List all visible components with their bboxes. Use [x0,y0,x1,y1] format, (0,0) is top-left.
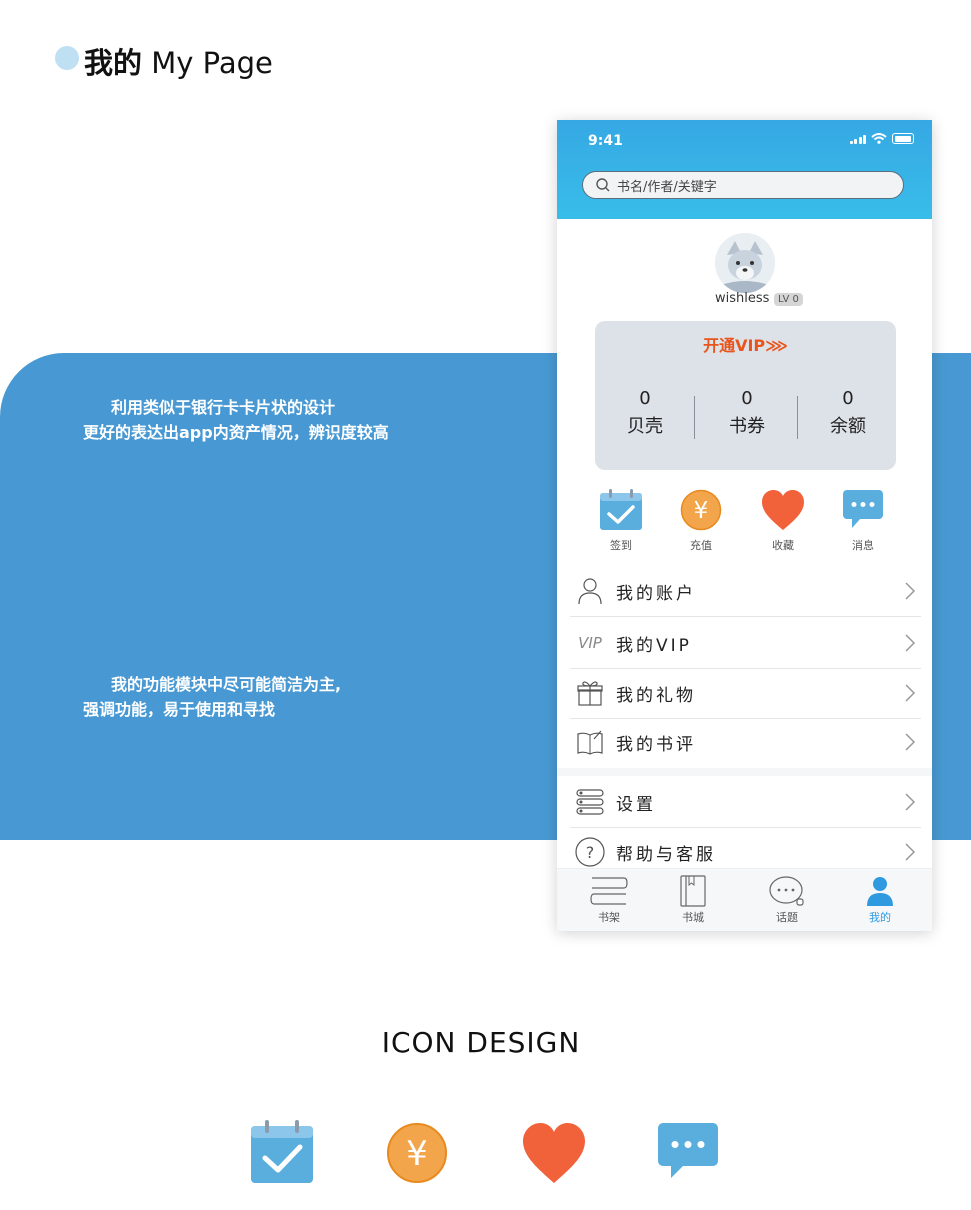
status-time: 9:41 [588,133,623,149]
asset-value: 0 [741,388,753,409]
battery-icon [892,133,914,144]
chevron-right-icon [905,582,916,600]
open-vip-link[interactable]: 开通VIP⋙ [595,332,896,356]
avatar[interactable] [715,233,775,293]
tab-label: 书架 [598,911,620,924]
svg-text:¥: ¥ [406,1134,428,1174]
tab-label: 我的 [869,911,891,924]
chevron-right-icon [905,684,916,702]
asset-balance[interactable]: 0 余额 [798,387,898,443]
quick-action-label: 充值 [690,539,712,552]
tab-bookshelf[interactable]: 书架 [574,875,644,925]
menu-item-label: 设置 [616,794,656,815]
asset-label: 余额 [830,416,866,437]
divider [694,396,695,439]
asset-vouchers[interactable]: 0 书券 [697,387,797,443]
menu-item-reviews[interactable]: 我的书评 [570,717,921,767]
menu-item-vip[interactable]: VIP 我的VIP [570,618,921,669]
tab-label: 话题 [776,911,798,924]
svg-text:¥: ¥ [694,498,709,524]
menu-item-label: 帮助与客服 [616,844,716,865]
menu-item-label: 我的礼物 [616,685,696,706]
quick-action-favorites[interactable]: 收藏 [753,489,813,553]
page-title-cn: 我的 [84,46,143,80]
tab-my-page[interactable]: 我的 [845,875,915,925]
asset-value: 0 [639,388,651,409]
menu-item-label: 我的账户 [616,583,696,604]
bottom-tab-bar: 书架 书城 话题 我的 [557,868,932,931]
menu-item-account[interactable]: 我的账户 [570,566,921,617]
menu-item-label: 我的书评 [616,734,696,755]
heart-icon [762,490,804,530]
quick-action-messages[interactable]: 消息 [833,489,893,553]
chevron-right-icon [905,733,916,751]
chevron-right-icon [905,843,916,861]
tab-topics[interactable]: 话题 [752,875,822,925]
chat-icon [769,876,804,906]
page-title-en: My Page [151,46,273,80]
asset-label: 书券 [729,416,765,437]
book-icon [680,875,706,907]
signal-icon [849,134,866,144]
calendar-check-icon [251,1120,313,1183]
icon-design-title: ICON DESIGN [381,1026,581,1059]
settings-icon [574,787,606,817]
description-card-design: 利用类似于银行卡卡片状的设计 更好的表达出app内资产情况，辨识度较高 [83,395,389,445]
bookshelf-icon [590,877,628,905]
quick-action-recharge[interactable]: ¥ 充值 [671,489,731,553]
description-line: 我的功能模块中尽可能简洁为主, [111,675,342,694]
quick-action-label: 消息 [852,539,874,552]
quick-action-checkin[interactable]: 签到 [591,489,651,553]
chevron-right-icon [905,634,916,652]
asset-label: 贝壳 [627,416,663,437]
heart-icon [523,1123,585,1183]
search-icon [596,178,610,192]
asset-card: 开通VIP⋙ 0 贝壳 0 书券 0 余额 [595,321,896,470]
vip-icon: VIP [574,628,606,658]
quick-action-label: 收藏 [772,539,794,552]
message-icon [843,490,883,528]
phone-mockup: 9:41 书名/作者/关键字 wishless LV 0 开通VIP⋙ 0 贝壳 [557,120,932,931]
tab-label: 书城 [682,911,704,924]
tab-bookstore[interactable]: 书城 [658,875,728,925]
menu-item-label: 我的VIP [616,635,692,656]
description-line: 强调功能，易于使用和寻找 [83,700,276,719]
yen-coin-icon: ¥ [387,1123,447,1183]
page-title: 我的 My Page [84,40,273,82]
description-function-modules: 我的功能模块中尽可能简洁为主, 强调功能，易于使用和寻找 [83,672,341,722]
description-line: 利用类似于银行卡卡片状的设计 [111,398,336,417]
description-line: 更好的表达出app内资产情况，辨识度较高 [83,423,389,442]
quick-action-label: 签到 [610,539,632,552]
menu-item-gifts[interactable]: 我的礼物 [570,668,921,719]
level-badge: LV 0 [774,293,803,306]
help-icon: ? [574,837,606,867]
calendar-check-icon [600,489,642,530]
chevron-right-icon [905,793,916,811]
wifi-icon [871,133,887,144]
username: wishless [715,291,770,306]
search-input[interactable]: 书名/作者/关键字 [582,171,904,199]
search-placeholder: 书名/作者/关键字 [617,179,717,195]
message-icon [658,1123,718,1178]
yen-coin-icon: ¥ [680,489,722,531]
header-bullet [55,46,79,70]
user-icon [574,576,606,606]
review-book-icon [574,727,606,757]
status-icons [849,133,914,144]
gift-icon [574,678,606,708]
svg-text:?: ? [586,843,595,862]
person-icon [867,877,893,906]
asset-value: 0 [842,388,854,409]
vip-icon-text: VIP [578,634,602,652]
section-gap [557,768,932,776]
asset-shells[interactable]: 0 贝壳 [595,387,695,443]
menu-item-settings[interactable]: 设置 [570,777,921,828]
